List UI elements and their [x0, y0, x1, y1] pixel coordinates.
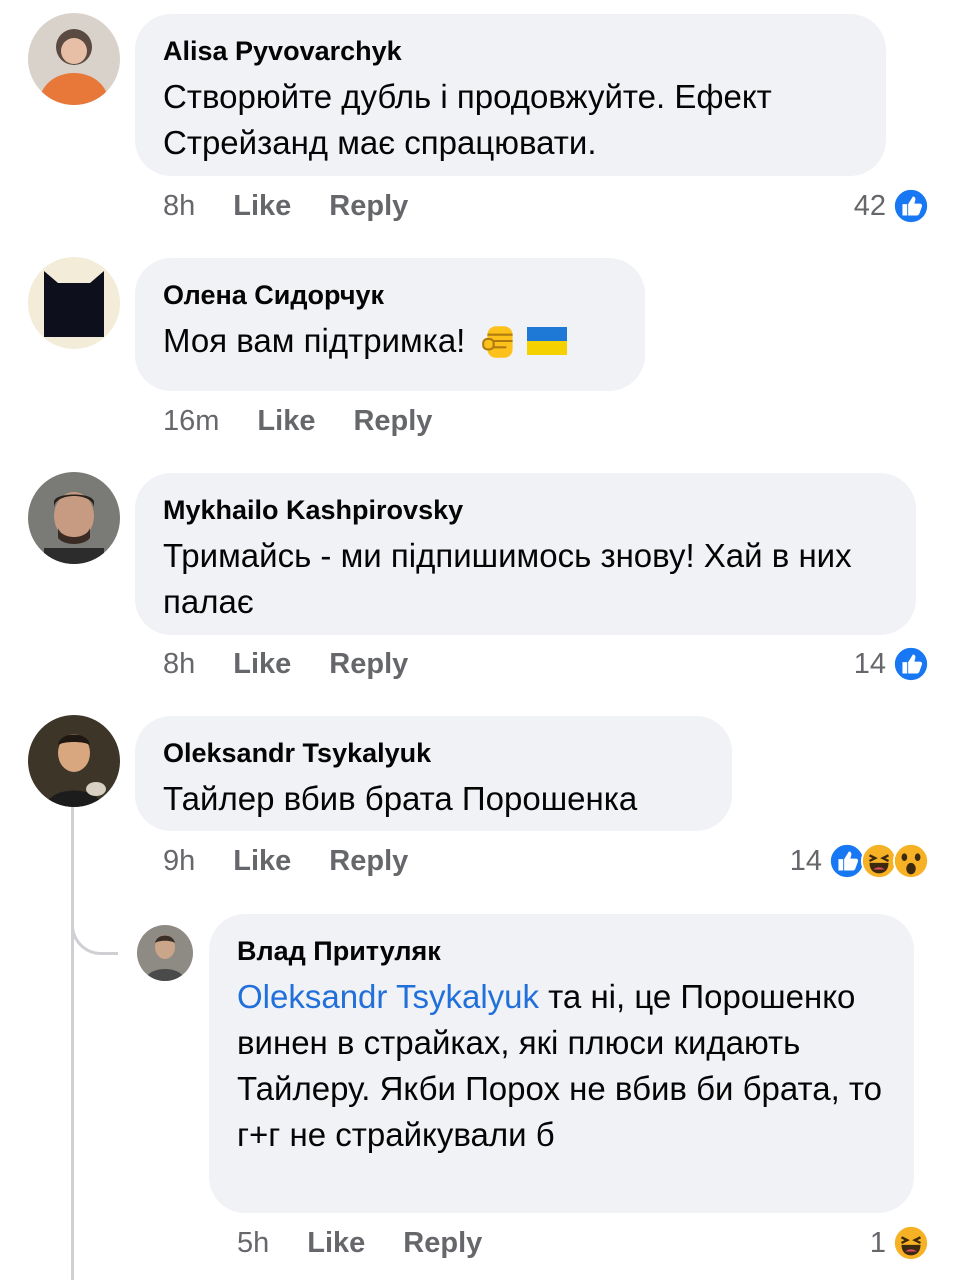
reply-button[interactable]: Reply: [329, 190, 408, 223]
comment-text: Створюйте дубль і продовжуйте. Ефект Стр…: [163, 78, 772, 161]
comment-text: Тримайсь - ми підпишимось знову! Хай в н…: [163, 537, 852, 620]
like-button[interactable]: Like: [233, 190, 291, 223]
comment-author[interactable]: Alisa Pyvovarchyk: [163, 34, 858, 68]
comment-bubble: Alisa Pyvovarchyk Створюйте дубль і прод…: [135, 14, 886, 176]
like-button[interactable]: Like: [233, 845, 291, 878]
like-icon: [892, 645, 930, 683]
comment-author[interactable]: Mykhailo Kashpirovsky: [163, 493, 888, 527]
reply-button[interactable]: Reply: [353, 405, 432, 438]
reactions-summary[interactable]: 14: [790, 839, 930, 883]
comment-text: Моя вам підтримка!: [163, 322, 466, 359]
comment-actions: 5h Like Reply: [237, 1223, 520, 1263]
comment-bubble: Олена Сидорчук Моя вам підтримка!: [135, 258, 645, 391]
comment-author[interactable]: Oleksandr Tsykalyuk: [163, 736, 704, 770]
reactions-count: 42: [853, 189, 886, 222]
raised-fist-icon: [482, 326, 513, 358]
comment-time[interactable]: 5h: [237, 1227, 269, 1260]
comment-time[interactable]: 8h: [163, 190, 195, 223]
comment-text: Тайлер вбив брата Порошенка: [163, 780, 638, 817]
like-button[interactable]: Like: [257, 405, 315, 438]
haha-icon: [892, 1224, 930, 1262]
reactions-count: 14: [789, 844, 822, 877]
comment-author[interactable]: Влад Притуляк: [237, 934, 886, 968]
reply-button[interactable]: Reply: [403, 1227, 482, 1260]
avatar[interactable]: [137, 925, 193, 981]
reactions-summary[interactable]: 1: [870, 1221, 930, 1265]
comment-actions: 9h Like Reply: [163, 841, 446, 881]
thread-line-branch: [71, 922, 118, 955]
thread-line-vertical: [71, 790, 74, 1280]
reactions-count: 1: [869, 1226, 886, 1259]
avatar[interactable]: [28, 13, 120, 105]
reply-button[interactable]: Reply: [329, 648, 408, 681]
comment-bubble: Mykhailo Kashpirovsky Тримайсь - ми підп…: [135, 473, 916, 635]
reactions-summary[interactable]: 14: [854, 642, 930, 686]
reactions-summary[interactable]: 42: [854, 184, 930, 228]
avatar[interactable]: [28, 472, 120, 564]
comment-bubble: Влад Притуляк Oleksandr Tsykalyuk та ні,…: [209, 914, 914, 1213]
comment-actions: 8h Like Reply: [163, 186, 446, 226]
comment-author[interactable]: Олена Сидорчук: [163, 278, 617, 312]
comment-text: Oleksandr Tsykalyuk та ні, це Порошенко …: [237, 974, 886, 1158]
ukraine-flag-icon: [527, 327, 568, 355]
comment-actions: 8h Like Reply: [163, 644, 446, 684]
avatar[interactable]: [28, 257, 120, 349]
comment-time[interactable]: 8h: [163, 648, 195, 681]
comment-actions: 16m Like Reply: [163, 401, 470, 441]
like-button[interactable]: Like: [307, 1227, 365, 1260]
wow-icon: [892, 842, 930, 880]
comment-time[interactable]: 9h: [163, 845, 195, 878]
mention-link[interactable]: Oleksandr Tsykalyuk: [237, 978, 539, 1015]
avatar[interactable]: [28, 715, 120, 807]
comment-text-line: Моя вам підтримка!: [163, 318, 617, 364]
comment-time[interactable]: 16m: [163, 405, 219, 438]
reactions-count: 14: [853, 647, 886, 680]
like-icon: [892, 187, 930, 225]
reply-button[interactable]: Reply: [329, 845, 408, 878]
comment-bubble: Oleksandr Tsykalyuk Тайлер вбив брата По…: [135, 716, 732, 831]
like-button[interactable]: Like: [233, 648, 291, 681]
